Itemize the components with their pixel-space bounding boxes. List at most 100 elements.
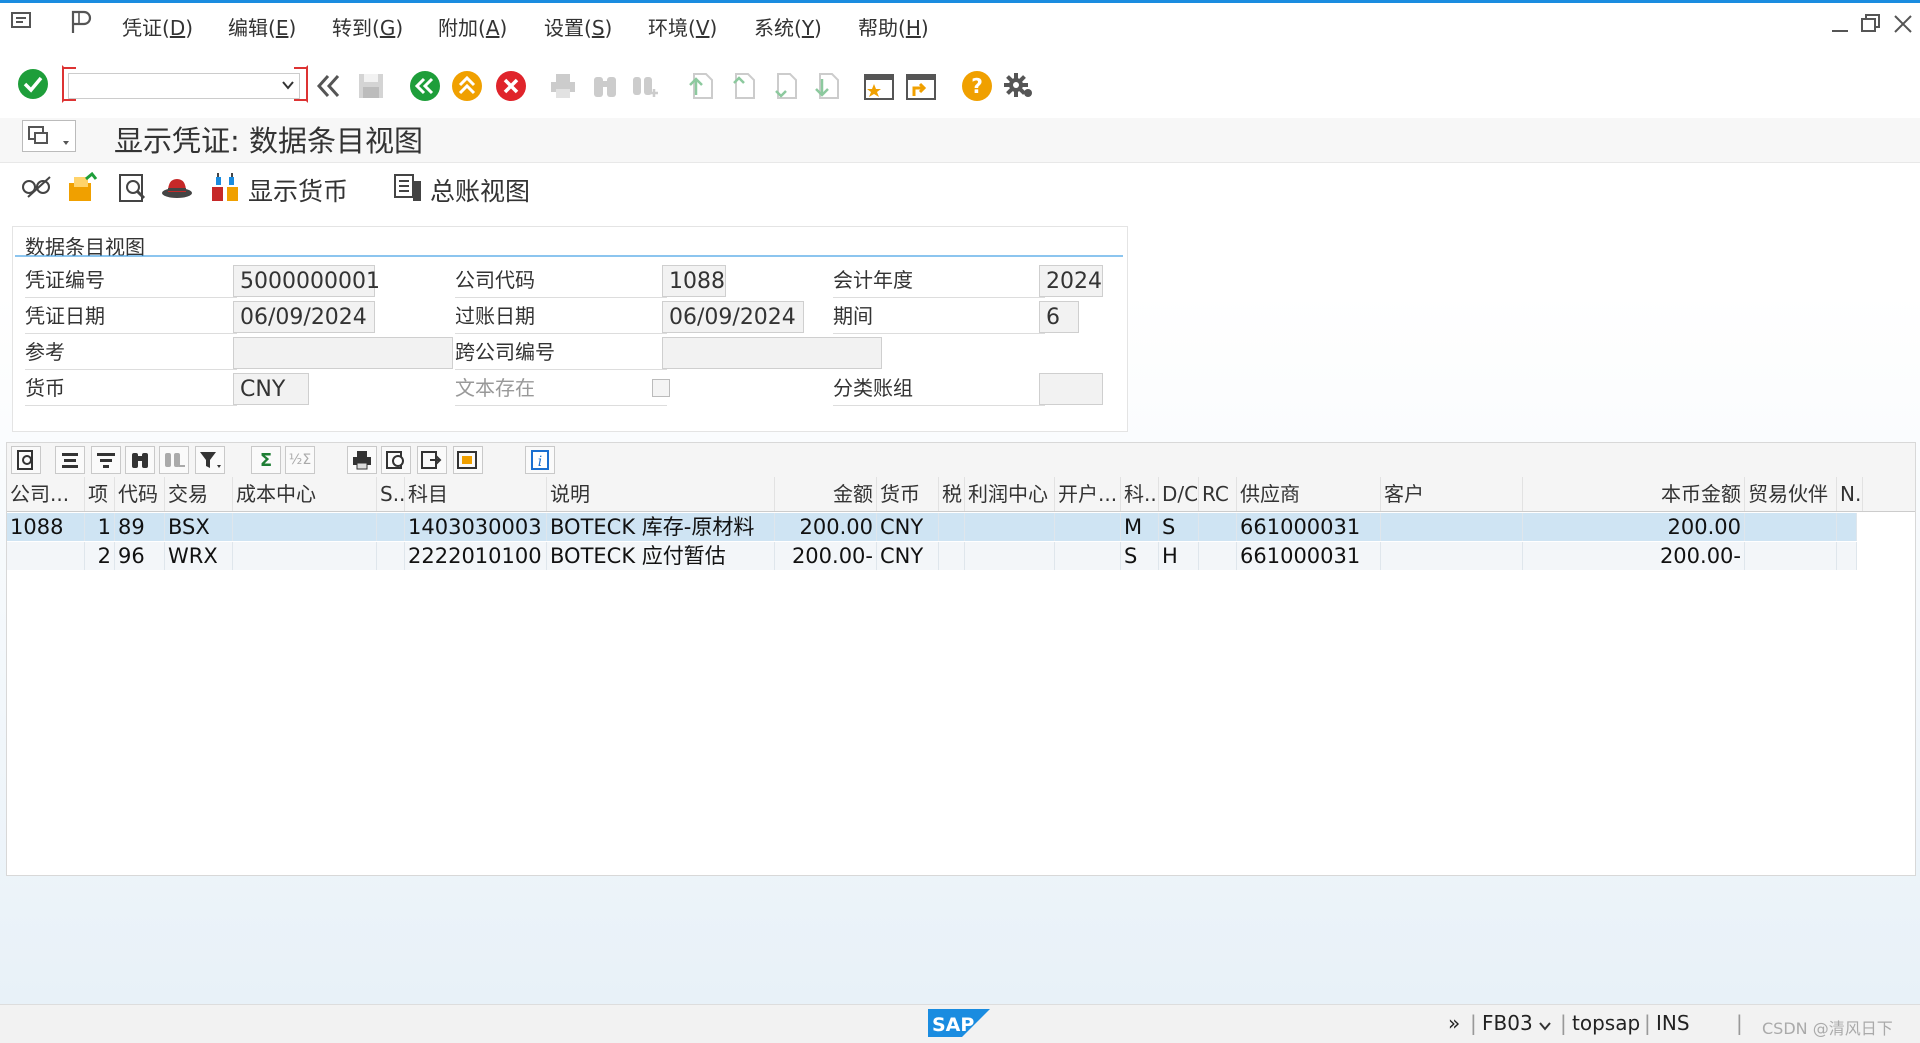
- col-bank[interactable]: 开户...: [1055, 477, 1121, 511]
- cell-description: BOTECK 库存-原材料: [547, 513, 775, 541]
- currency-label: 货币: [25, 371, 237, 406]
- menu-edit[interactable]: 编辑(E): [228, 12, 296, 41]
- previous-page-icon[interactable]: [726, 69, 760, 103]
- menu-icon[interactable]: [10, 11, 36, 33]
- filter-icon[interactable]: [195, 446, 225, 474]
- save-icon[interactable]: [354, 69, 388, 103]
- col-cost-center[interactable]: 成本中心: [233, 477, 377, 511]
- col-tax[interactable]: 税: [939, 477, 965, 511]
- enter-check-icon[interactable]: [16, 67, 50, 101]
- col-currency[interactable]: 货币: [877, 477, 939, 511]
- chevron-down-icon[interactable]: [281, 76, 295, 98]
- sort-descending-icon[interactable]: [91, 446, 121, 474]
- sort-ascending-icon[interactable]: [55, 446, 85, 474]
- grid-print-icon[interactable]: [347, 446, 377, 474]
- currency-field[interactable]: CNY: [233, 373, 309, 405]
- menu-extras[interactable]: 附加(A): [438, 12, 507, 41]
- minimize-icon[interactable]: [1830, 15, 1850, 35]
- fiscal-year-field[interactable]: 2024: [1039, 265, 1103, 297]
- text-exists-checkbox[interactable]: [652, 379, 670, 397]
- grid-details-icon[interactable]: [11, 446, 41, 474]
- ledger-view-icon[interactable]: [392, 171, 424, 205]
- col-code[interactable]: 代码: [115, 477, 165, 511]
- period-field[interactable]: 6: [1039, 301, 1079, 333]
- grid-find-icon[interactable]: [125, 446, 155, 474]
- display-currency-button[interactable]: 显示货币: [248, 172, 348, 208]
- help-icon[interactable]: ?: [960, 69, 994, 103]
- layout-icon[interactable]: [453, 446, 483, 474]
- posting-date-field[interactable]: 06/09/2024: [662, 301, 804, 333]
- menu-document[interactable]: 凭证(D): [122, 12, 193, 41]
- grid-find-next-icon[interactable]: [159, 446, 189, 474]
- col-n[interactable]: N...: [1837, 477, 1863, 511]
- insert-mode[interactable]: INS: [1656, 1011, 1690, 1035]
- col-vendor[interactable]: 供应商: [1237, 477, 1381, 511]
- col-partner[interactable]: 贸易伙伴: [1745, 477, 1837, 511]
- doc-date-field[interactable]: 06/09/2024: [233, 301, 375, 333]
- cell-cost-center: [233, 542, 377, 570]
- col-customer[interactable]: 客户: [1381, 477, 1523, 511]
- double-chevron-left-icon[interactable]: [312, 69, 346, 103]
- col-company[interactable]: 公司...: [7, 477, 85, 511]
- expand-status-icon[interactable]: »: [1448, 1011, 1460, 1035]
- col-profit-center[interactable]: 利润中心: [965, 477, 1055, 511]
- menu-system[interactable]: 系统(Y): [754, 12, 822, 41]
- new-session-icon[interactable]: [862, 69, 896, 103]
- menu-settings[interactable]: 设置(S): [544, 12, 612, 41]
- gear-icon[interactable]: [1002, 69, 1036, 103]
- subtotal-icon[interactable]: ½Σ: [285, 446, 315, 474]
- ledger-view-button[interactable]: 总账视图: [430, 172, 530, 208]
- sum-icon[interactable]: Σ: [251, 446, 281, 474]
- currency-icon[interactable]: [208, 169, 242, 205]
- screen-menu-button[interactable]: [22, 120, 76, 152]
- cross-company-field[interactable]: [662, 337, 882, 369]
- menu-environment[interactable]: 环境(V): [648, 12, 717, 41]
- fiscal-year-label: 会计年度: [833, 263, 1045, 298]
- find-next-icon[interactable]: [628, 69, 662, 103]
- back-icon[interactable]: [408, 69, 442, 103]
- exit-icon[interactable]: [450, 69, 484, 103]
- company-code-field[interactable]: 1088: [662, 265, 726, 297]
- reference-field[interactable]: [233, 337, 453, 369]
- command-field[interactable]: [62, 65, 308, 103]
- col-description[interactable]: 说明: [547, 477, 775, 511]
- table-row[interactable]: 2 96 WRX 2222010100 BOTECK 应付暂估 200.00- …: [7, 542, 1857, 570]
- col-item[interactable]: 项: [85, 477, 115, 511]
- print-icon[interactable]: [546, 69, 580, 103]
- menu-goto[interactable]: 转到(G): [332, 12, 403, 41]
- glasses-edit-icon[interactable]: [20, 171, 54, 205]
- col-rc[interactable]: RC: [1199, 477, 1237, 511]
- restore-icon[interactable]: [1860, 13, 1882, 35]
- cell-profit-center: [965, 513, 1055, 541]
- doc-number-field[interactable]: 5000000001: [233, 265, 380, 297]
- col-dc[interactable]: D/C: [1159, 477, 1199, 511]
- info-icon[interactable]: i: [525, 446, 555, 474]
- shortcut-icon[interactable]: [904, 69, 938, 103]
- col-account-type[interactable]: 科...: [1121, 477, 1159, 511]
- first-page-icon[interactable]: [684, 69, 718, 103]
- export-icon[interactable]: [417, 446, 447, 474]
- menu-help[interactable]: 帮助(H): [858, 12, 929, 41]
- chevron-down-icon[interactable]: [1538, 1017, 1552, 1036]
- cell-partner: [1745, 513, 1837, 541]
- last-page-icon[interactable]: [810, 69, 844, 103]
- ledger-group-field[interactable]: [1039, 373, 1103, 405]
- col-account[interactable]: 科目: [405, 477, 547, 511]
- print-preview-icon[interactable]: [381, 446, 411, 474]
- cross-company-label: 跨公司编号: [455, 335, 667, 370]
- cancel-icon[interactable]: [494, 69, 528, 103]
- close-window-icon[interactable]: [1892, 13, 1914, 35]
- col-s[interactable]: S...: [377, 477, 405, 511]
- standard-toolbar: ?: [0, 55, 1920, 119]
- document-export-icon[interactable]: [66, 171, 100, 205]
- col-transaction[interactable]: 交易: [165, 477, 233, 511]
- col-amount[interactable]: 金额: [775, 477, 877, 511]
- next-page-icon[interactable]: [768, 69, 802, 103]
- hat-icon[interactable]: [160, 171, 194, 205]
- display-document-icon[interactable]: [116, 171, 150, 205]
- transaction-code[interactable]: FB03: [1482, 1011, 1533, 1035]
- sap-p-icon[interactable]: [68, 9, 94, 35]
- table-row[interactable]: 1088 1 89 BSX 1403030003 BOTECK 库存-原材料 2…: [7, 513, 1857, 541]
- find-icon[interactable]: [588, 69, 622, 103]
- col-local-amount[interactable]: 本币金额: [1523, 477, 1745, 511]
